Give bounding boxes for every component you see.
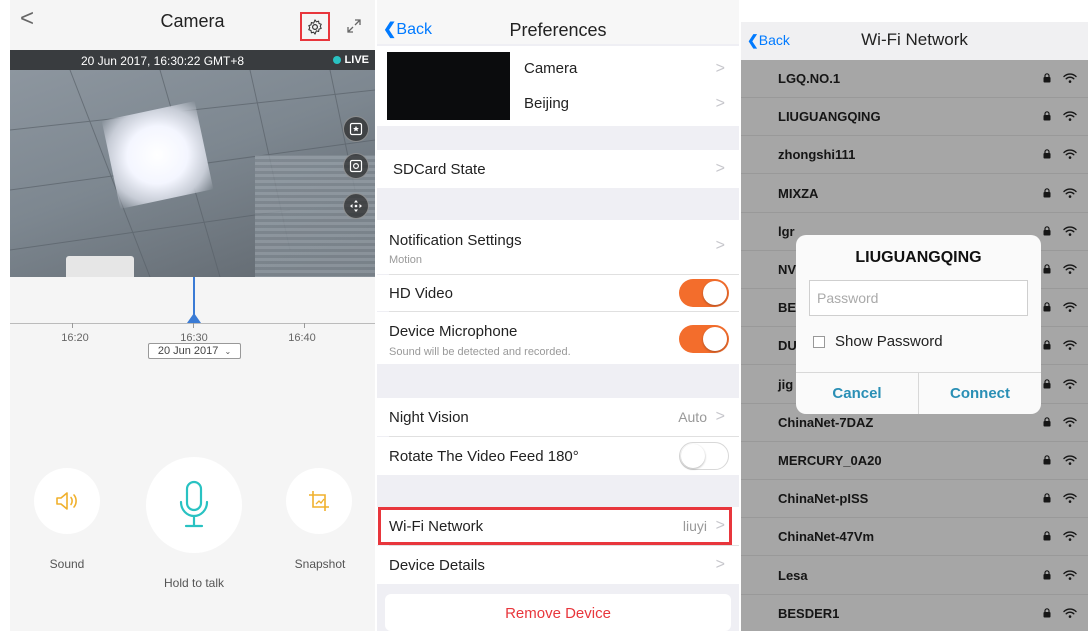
crop-icon [309, 491, 329, 511]
preferences-screen: ❮Back Preferences Camera > Beijing > SDC… [377, 0, 739, 631]
record-button[interactable] [343, 116, 369, 142]
device-details-row[interactable]: Device Details > [377, 546, 739, 584]
fullscreen-icon[interactable] [345, 17, 363, 35]
sdcard-label: SDCard State [393, 161, 486, 178]
hold-to-talk-button[interactable] [146, 457, 242, 553]
camera-thumbnail [387, 52, 510, 120]
chevron-right-icon: > [715, 556, 725, 573]
wifi-header: ❮Back Wi-Fi Network [741, 22, 1088, 60]
chevron-right-icon: > [715, 408, 725, 425]
device-summary: Camera > Beijing > [377, 46, 739, 126]
timeline-tick [304, 323, 305, 328]
tick-label: 16:40 [288, 332, 316, 344]
microphone-icon [179, 480, 209, 528]
page-title: Wi-Fi Network [861, 30, 968, 49]
location-row[interactable]: Beijing > [524, 95, 739, 119]
device-microphone-row: Device Microphone Sound will be detected… [377, 312, 739, 364]
snapshot-button[interactable] [286, 468, 352, 534]
show-password-toggle[interactable]: Show Password [813, 333, 943, 350]
notification-label: Notification Settings [389, 232, 522, 249]
video-frame [10, 70, 375, 277]
chevron-right-icon: > [715, 160, 725, 177]
notification-settings-row[interactable]: Notification Settings Motion > [377, 220, 739, 274]
location-name: Beijing [524, 95, 570, 112]
microphone-label: Device Microphone [389, 323, 518, 340]
direction-pad-icon [350, 200, 362, 212]
hold-to-talk-label: Hold to talk [163, 576, 225, 590]
night-vision-row[interactable]: Night Vision Auto > [377, 398, 739, 436]
password-input[interactable] [809, 280, 1028, 316]
chevron-down-icon: ⌄ [224, 347, 232, 356]
camera-header: < Camera [10, 0, 375, 41]
camera-screen: < Camera 20 Jun 2017, 16:30:22 GMT+8 LIV… [10, 0, 375, 631]
device-details-label: Device Details [389, 557, 485, 574]
timeline-tick [193, 323, 194, 328]
capture-button[interactable] [343, 153, 369, 179]
video-status-bar: 20 Jun 2017, 16:30:22 GMT+8 LIVE [10, 50, 375, 70]
show-password-checkbox[interactable] [813, 335, 825, 348]
playhead-triangle-icon[interactable] [187, 313, 201, 323]
gear-icon[interactable] [306, 18, 324, 36]
cancel-button[interactable]: Cancel [796, 373, 918, 414]
dialog-buttons: Cancel Connect [796, 372, 1041, 414]
night-vision-value: Auto [678, 409, 707, 425]
rotate-toggle[interactable] [679, 442, 729, 470]
wifi-screen: ❮Back Wi-Fi Network LGQ.NO.1 LIUGUANGQING… [741, 0, 1088, 631]
date-dropdown[interactable]: 20 Jun 2017 ⌄ [148, 343, 241, 359]
playback-timeline[interactable]: 16:20 16:30 16:40 20 Jun 2017 ⌄ [10, 277, 375, 367]
air-conditioner [66, 256, 134, 277]
show-password-label: Show Password [835, 333, 943, 350]
sound-label: Sound [49, 557, 85, 571]
microphone-toggle[interactable] [679, 325, 729, 353]
live-video-feed[interactable]: 20 Jun 2017, 16:30:22 GMT+8 LIVE [10, 50, 375, 277]
settings-highlight[interactable] [300, 12, 330, 41]
remove-device-button[interactable]: Remove Device [385, 594, 731, 631]
hd-video-label: HD Video [389, 285, 453, 302]
live-badge: LIVE [332, 54, 369, 66]
rotate-video-row: Rotate The Video Feed 180° [377, 437, 739, 475]
hd-video-toggle[interactable] [679, 279, 729, 307]
chevron-right-icon: > [715, 237, 725, 254]
video-timestamp: 20 Jun 2017, 16:30:22 GMT+8 [80, 54, 245, 68]
password-dialog: LIUGUANGQING Show Password Cancel Connec… [796, 235, 1041, 414]
date-dropdown-value: 20 Jun 2017 [157, 345, 219, 357]
device-name-row[interactable]: Camera > [524, 60, 739, 84]
dialog-title: LIUGUANGQING [855, 249, 982, 266]
chevron-right-icon: > [715, 95, 725, 112]
camera-shot-icon [349, 159, 363, 173]
microphone-sublabel: Sound will be detected and recorded. [389, 346, 571, 358]
timeline-playhead[interactable] [193, 277, 195, 317]
connect-button[interactable]: Connect [919, 373, 1041, 414]
snapshot-label: Snapshot [294, 557, 346, 571]
night-vision-label: Night Vision [389, 409, 469, 426]
sdcard-state-row[interactable]: SDCard State > [377, 150, 739, 188]
chevron-right-icon: > [715, 60, 725, 77]
device-name: Camera [524, 60, 578, 77]
hd-video-row: HD Video [377, 275, 739, 311]
preferences-header: ❮Back Preferences [377, 0, 739, 44]
pan-control-button[interactable] [343, 193, 369, 219]
live-dot-icon [332, 56, 341, 64]
speaker-icon [56, 492, 77, 510]
wifi-row-highlight [378, 507, 732, 545]
notification-sublabel: Motion [389, 254, 423, 266]
record-clip-icon [349, 122, 363, 136]
live-label: LIVE [344, 54, 369, 66]
page-title: Preferences [509, 20, 607, 40]
sound-button[interactable] [34, 468, 100, 534]
rotate-label: Rotate The Video Feed 180° [389, 448, 579, 465]
remove-device-label: Remove Device [505, 605, 611, 622]
tick-label: 16:20 [61, 332, 89, 344]
timeline-tick [72, 323, 73, 328]
